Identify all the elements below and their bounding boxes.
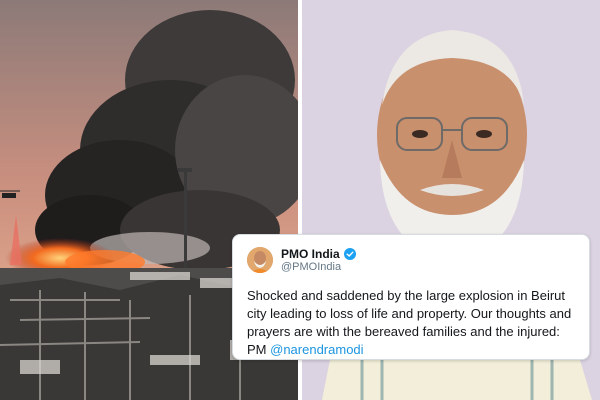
- mention-link[interactable]: @narendramodi: [270, 342, 363, 357]
- account-name-text: PMO India: [281, 247, 340, 261]
- account-avatar[interactable]: [247, 247, 273, 273]
- account-name[interactable]: PMO India: [281, 247, 356, 261]
- account-handle[interactable]: @PMOIndia: [281, 261, 341, 274]
- tweet-body: Shocked and saddened by the large explos…: [247, 287, 577, 359]
- tweet-card: PMO India @PMOIndia Shocked and saddened…: [232, 234, 590, 360]
- verified-badge-icon: [343, 248, 356, 260]
- collage: PMO India @PMOIndia Shocked and saddened…: [0, 0, 600, 400]
